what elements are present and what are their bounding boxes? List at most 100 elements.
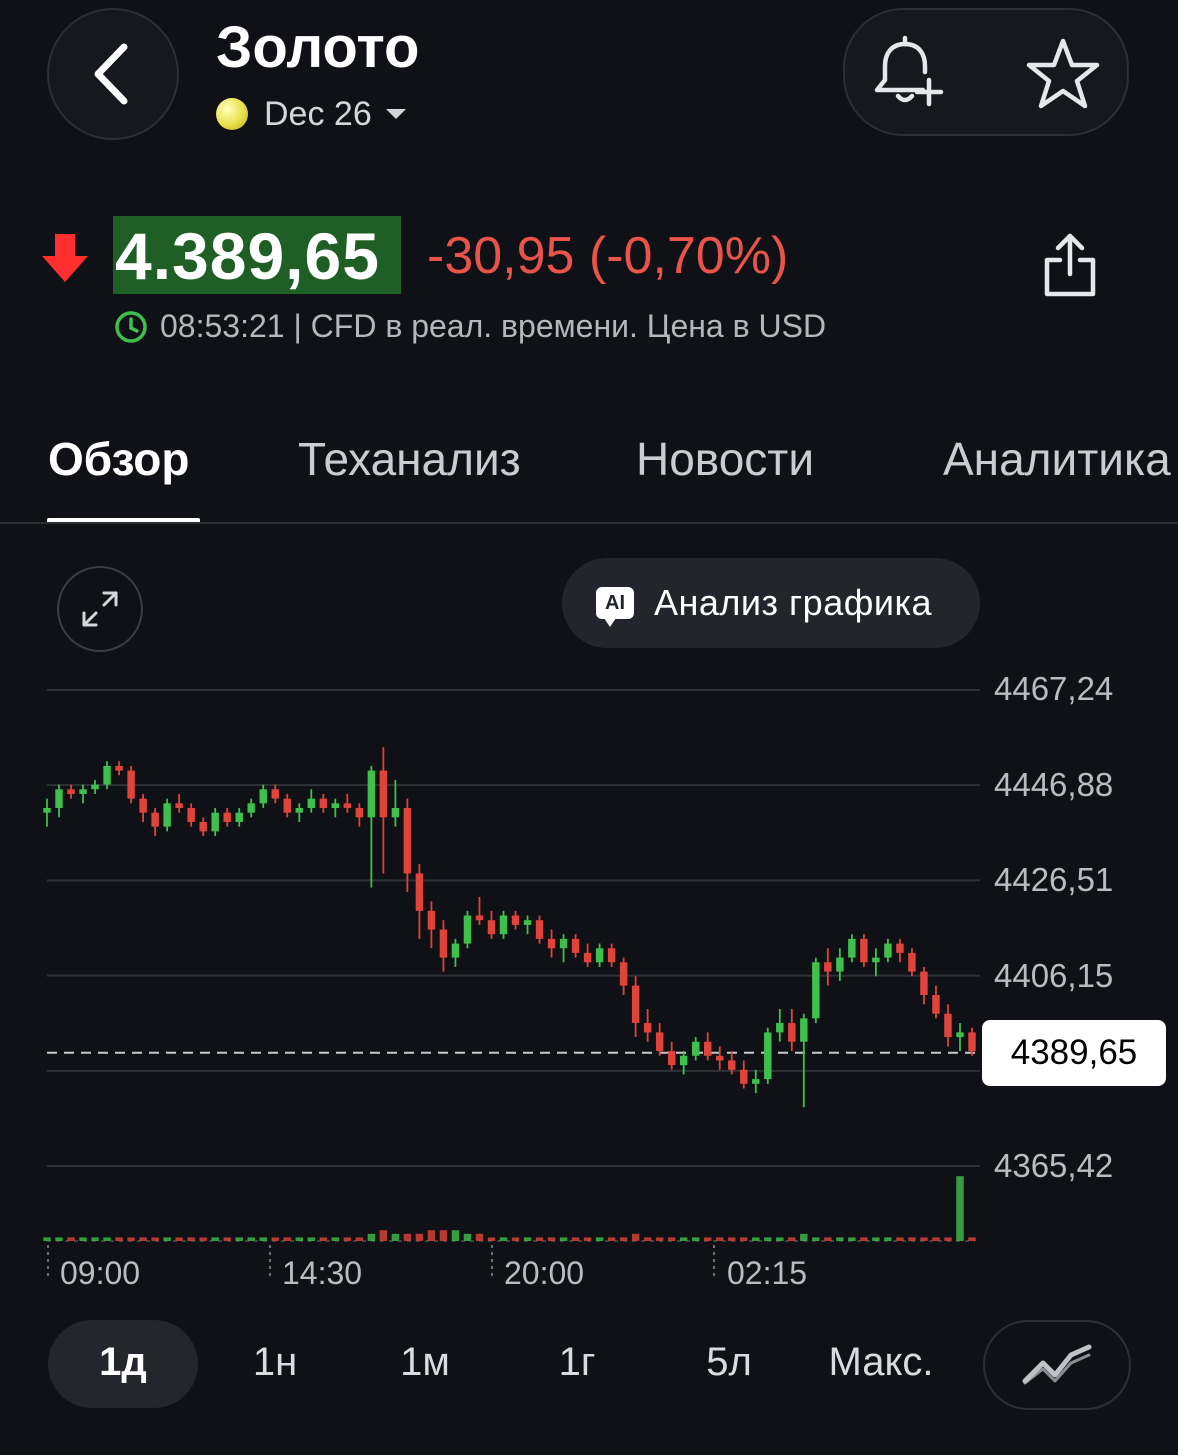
candle-body [319, 798, 328, 808]
candle-body [812, 962, 820, 1019]
y-tick-label: 4467,24 [994, 670, 1114, 707]
candle-body [379, 770, 388, 818]
volume-bar [67, 1237, 75, 1241]
volume-bar [199, 1237, 207, 1241]
candle-body [872, 957, 880, 963]
volume-bar [415, 1233, 424, 1241]
price-chart[interactable] [0, 680, 990, 1280]
range-1d-button[interactable]: 1д [48, 1340, 198, 1385]
ai-button-label: Анализ графика [654, 582, 933, 623]
volume-bar [631, 1233, 640, 1241]
header-actions [843, 8, 1129, 136]
x-tick-label: 02:15 [727, 1255, 808, 1291]
volume-bar [211, 1237, 219, 1241]
volume-bar [956, 1176, 964, 1241]
tab-analytics[interactable]: Аналитика [943, 432, 1171, 486]
volume-bar [463, 1233, 472, 1241]
share-button[interactable] [1040, 230, 1100, 300]
candle-body [643, 1023, 652, 1033]
fullscreen-button[interactable] [57, 566, 143, 652]
back-button[interactable] [47, 8, 179, 140]
volume-bar [643, 1237, 652, 1241]
quote-info: 08:53:21 | CFD в реал. времени. Цена в U… [160, 308, 827, 344]
favorite-button[interactable] [1025, 36, 1101, 112]
candle-body [703, 1041, 712, 1056]
volume-bar [163, 1237, 171, 1241]
candle-body [127, 770, 135, 799]
candle-body [740, 1069, 748, 1084]
candle-body [91, 784, 99, 790]
down-arrow-icon [42, 234, 88, 282]
candle-body [631, 985, 640, 1024]
candle-body [908, 952, 916, 972]
tab-overview[interactable]: Обзор [48, 432, 190, 486]
volume-bar [259, 1237, 267, 1241]
range-1m-button[interactable]: 1м [350, 1340, 500, 1385]
candle-body [463, 915, 472, 944]
chart-type-button[interactable] [983, 1320, 1131, 1410]
y-tick-label: 4426,51 [994, 861, 1114, 898]
ai-badge-icon: AI [596, 587, 634, 627]
candle-body [716, 1055, 724, 1061]
candle-body [800, 1018, 808, 1042]
tab-tech-analysis[interactable]: Теханализ [298, 432, 521, 486]
volume-bar [535, 1237, 544, 1241]
candle-body [559, 938, 568, 949]
candle-body [860, 938, 868, 963]
y-tick-label: 4406,15 [994, 957, 1114, 994]
ai-chart-analysis-button[interactable]: AI Анализ графика [562, 558, 980, 648]
candle-body [499, 915, 508, 935]
candle-body [451, 943, 460, 958]
add-alert-button[interactable] [865, 32, 951, 112]
candle-body [403, 807, 412, 874]
volume-bar [55, 1237, 63, 1241]
candle-body [667, 1051, 676, 1066]
volume-bar [872, 1237, 880, 1241]
y-tick-label: 4365,42 [994, 1147, 1114, 1184]
contract-selector[interactable]: Dec 26 [216, 92, 408, 136]
range-1w-button[interactable]: 1н [200, 1340, 350, 1385]
range-max-button[interactable]: Макс. [806, 1340, 956, 1385]
candle-body [439, 929, 448, 958]
volume-bar [968, 1237, 976, 1241]
chevron-left-icon [94, 43, 128, 105]
candle-body [764, 1032, 772, 1080]
candle-body [427, 910, 436, 930]
volume-bar [127, 1237, 135, 1241]
gold-coin-icon [216, 98, 248, 130]
candle-body [619, 962, 628, 986]
candle-body [728, 1060, 736, 1070]
candle-body [511, 915, 520, 925]
candle-body [115, 765, 123, 771]
last-price-tag: 4389,65 [982, 1020, 1166, 1086]
volume-bar [583, 1237, 592, 1241]
candle-body [103, 765, 111, 785]
volume-bar [655, 1237, 664, 1241]
candle-body [343, 803, 352, 808]
volume-bar [908, 1237, 916, 1241]
volume-bar [355, 1237, 364, 1241]
volume-bar [379, 1230, 388, 1241]
candle-body [55, 789, 63, 808]
tab-news[interactable]: Новости [636, 432, 814, 486]
x-tick-label: 20:00 [504, 1255, 585, 1291]
bell-plus-icon [874, 35, 944, 107]
candle-body [199, 822, 207, 832]
candle-body [79, 789, 87, 794]
candle-body [211, 812, 219, 832]
volume-bar [79, 1237, 87, 1241]
volume-bar [944, 1237, 952, 1241]
volume-bar [499, 1237, 508, 1241]
candle-body [259, 789, 267, 804]
range-1y-button[interactable]: 1г [502, 1340, 652, 1385]
volume-bar [920, 1237, 928, 1241]
range-5y-button[interactable]: 5л [654, 1340, 804, 1385]
volume-bar [800, 1233, 808, 1241]
candle-body [968, 1032, 976, 1052]
candle-body [331, 803, 340, 808]
candle-body [175, 803, 183, 808]
volume-bar [764, 1237, 772, 1241]
candle-body [235, 812, 243, 823]
last-price: 4.389,65 [115, 219, 380, 293]
candle-body [944, 1013, 952, 1038]
